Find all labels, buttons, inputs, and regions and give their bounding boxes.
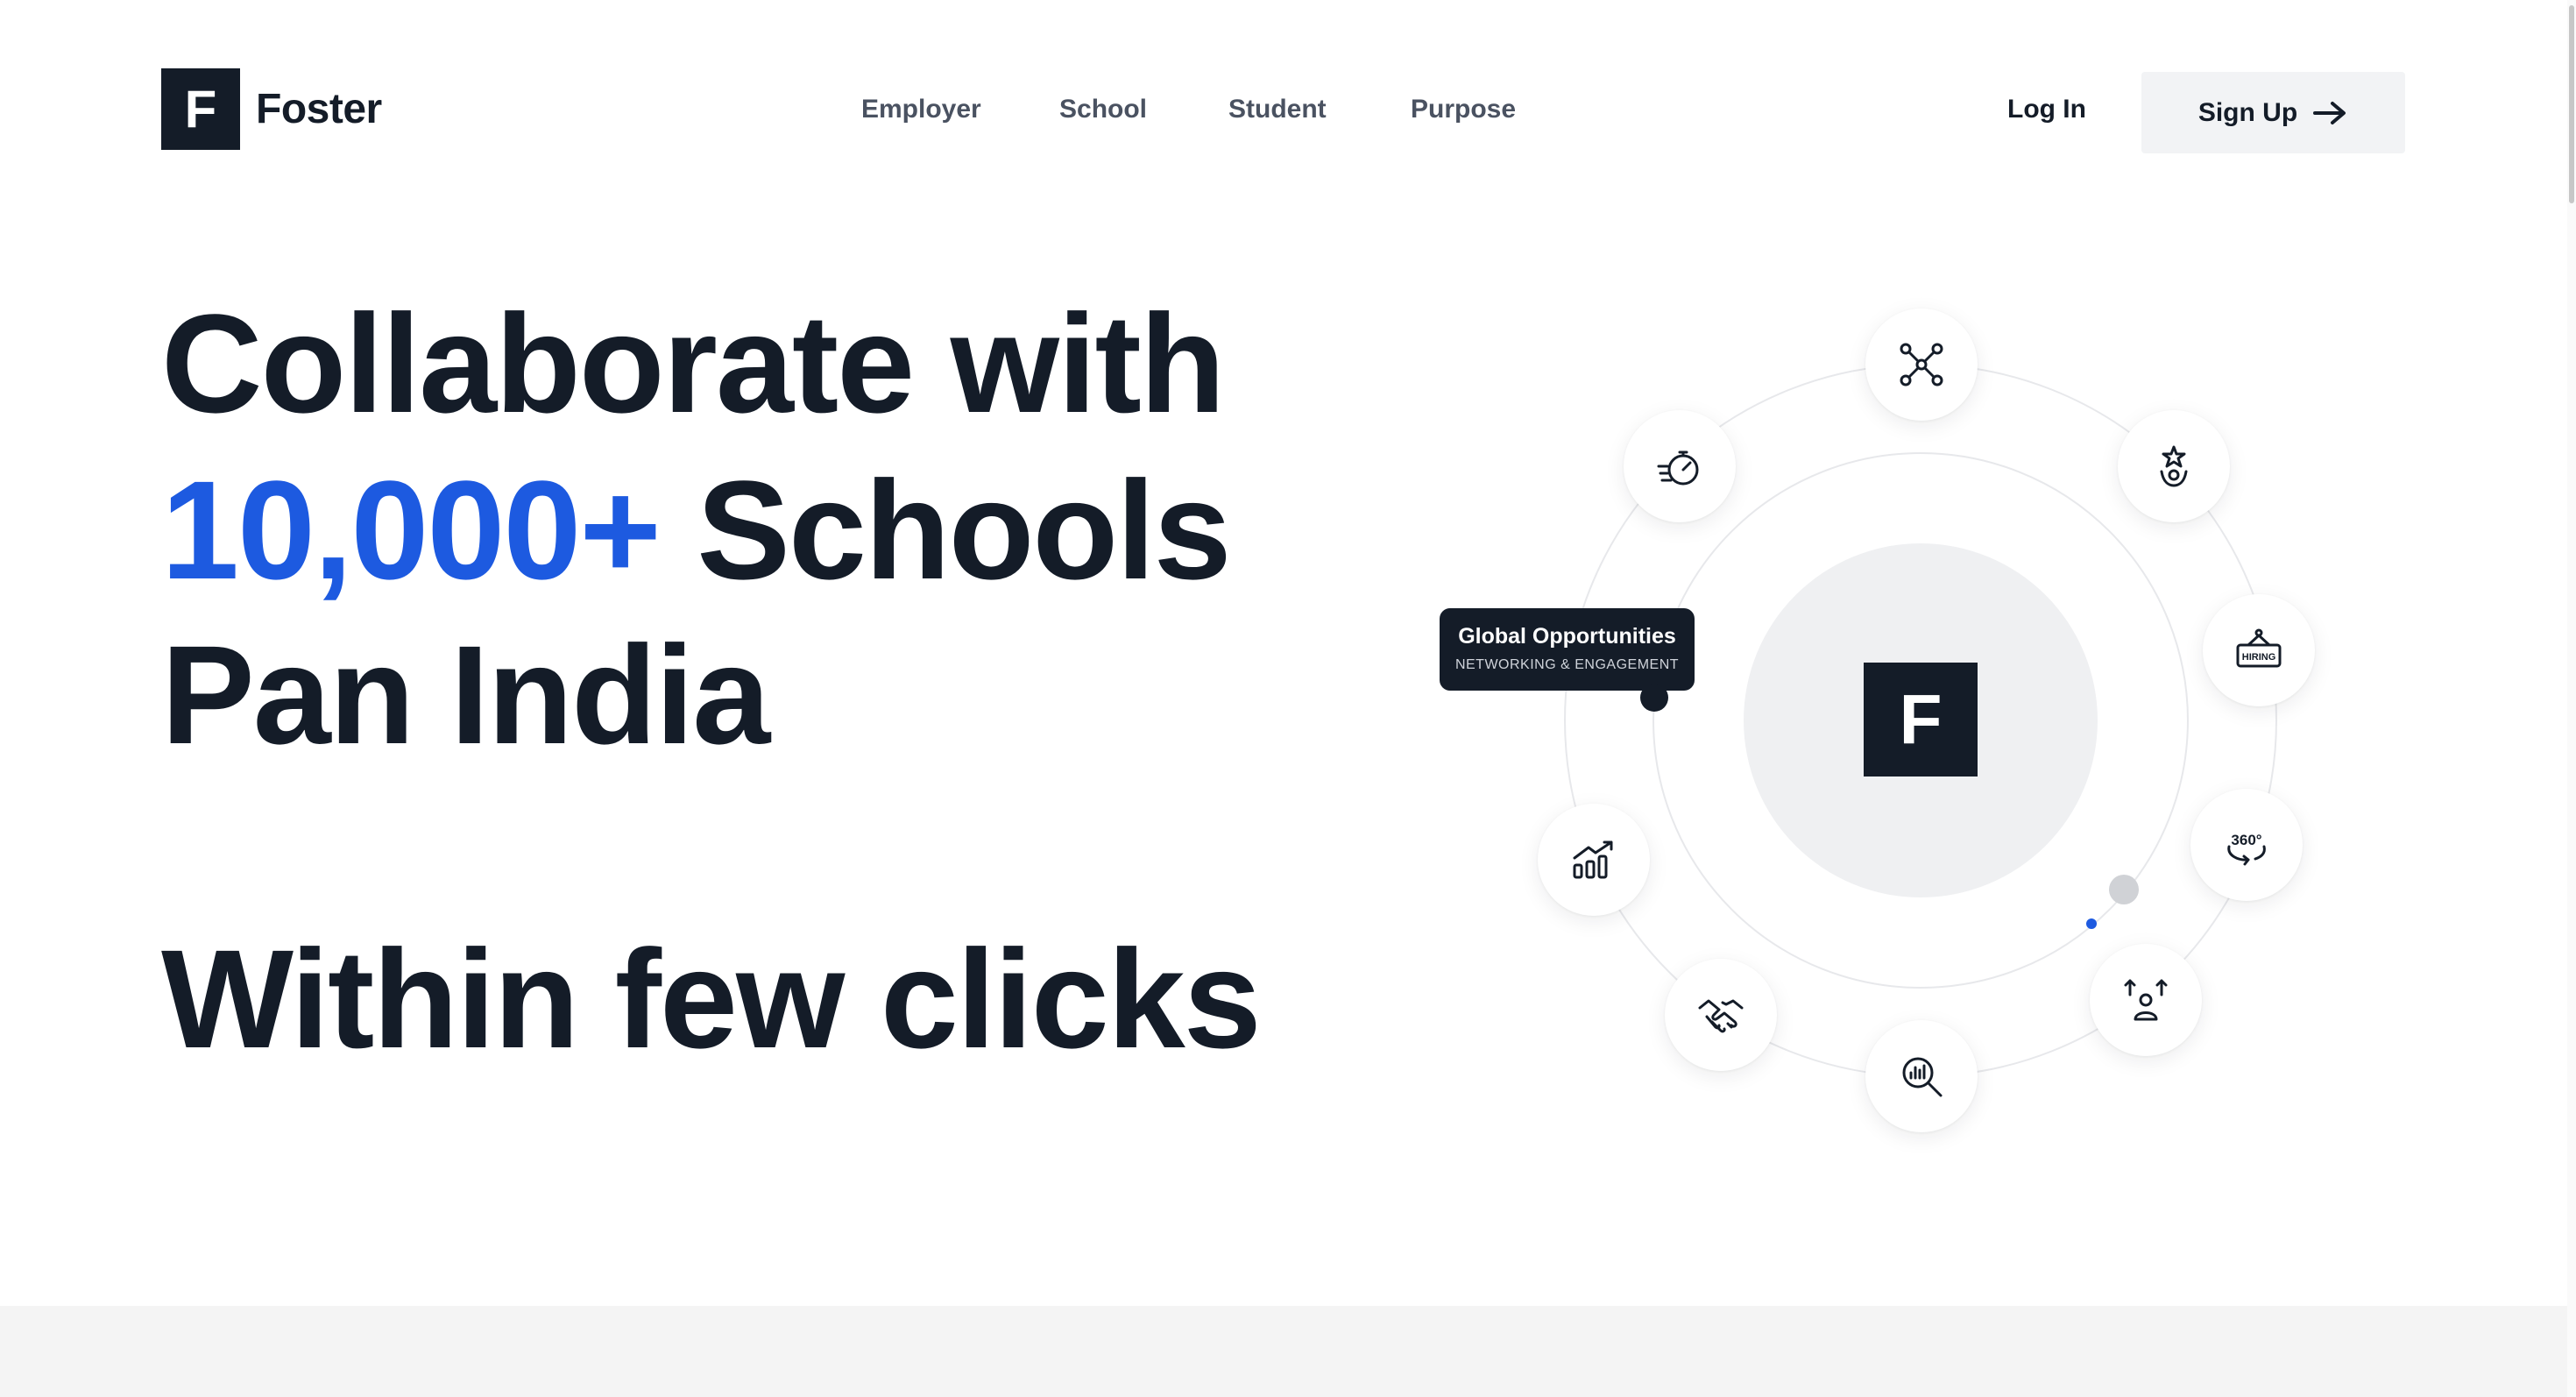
- search-analytics-node[interactable]: [1865, 1020, 1978, 1132]
- orbit-dot-blue: [2086, 918, 2097, 929]
- tooltip-pin-dot: [1640, 684, 1668, 712]
- page-scrollbar[interactable]: [2567, 0, 2576, 1397]
- login-link[interactable]: Log In: [2007, 95, 2086, 124]
- hero-line-2: 10,000+ Schools: [161, 460, 1232, 600]
- tooltip-subtitle: NETWORKING & ENGAGEMENT: [1454, 657, 1680, 672]
- speed-timer-icon: [1657, 450, 1699, 486]
- growth-chart-node[interactable]: [1538, 804, 1650, 916]
- 360-view-icon: 360°: [2227, 832, 2266, 866]
- nav-student[interactable]: Student: [1228, 95, 1327, 124]
- network-node[interactable]: [1865, 308, 1978, 421]
- label-360: 360°: [2231, 832, 2261, 848]
- nav-purpose[interactable]: Purpose: [1411, 95, 1516, 124]
- global-opportunities-tooltip: Global Opportunities NETWORKING & ENGAGE…: [1440, 608, 1695, 691]
- network-icon: [1900, 343, 1943, 386]
- speed-timer-node[interactable]: [1624, 410, 1736, 522]
- people-growth-icon: [2124, 979, 2168, 1021]
- hero-line-3: Pan India: [161, 616, 770, 773]
- hero-line-4: Within few clicks: [161, 920, 1262, 1077]
- arrow-right-icon: [2313, 101, 2346, 124]
- award-node[interactable]: [2118, 410, 2230, 522]
- signup-label: Sign Up: [2197, 97, 2298, 127]
- award-person-icon: [2160, 445, 2188, 487]
- hero-line-1: Collaborate with: [161, 285, 1226, 442]
- search-analytics-icon: [1902, 1057, 1943, 1097]
- view-360-node[interactable]: 360°: [2190, 789, 2303, 901]
- orbit-dot-grey: [2109, 875, 2139, 904]
- growth-chart-icon: [1573, 840, 1613, 879]
- signup-button[interactable]: Sign Up: [2141, 72, 2405, 153]
- next-section-band: [0, 1306, 2567, 1397]
- hero-line-2-rest: Schools: [659, 451, 1231, 608]
- center-logo-mark: F: [1864, 663, 1978, 777]
- tooltip-title: Global Opportunities: [1458, 624, 1676, 649]
- hiring-node[interactable]: HIRING: [2203, 594, 2315, 706]
- scrollbar-thumb[interactable]: [2569, 5, 2574, 203]
- handshake-icon: [1698, 999, 1744, 1033]
- handshake-node[interactable]: [1665, 959, 1777, 1071]
- nav-employer[interactable]: Employer: [861, 95, 981, 124]
- people-growth-node[interactable]: [2090, 944, 2202, 1056]
- hiring-text: HIRING: [2242, 652, 2276, 663]
- hiring-sign-icon: HIRING: [2236, 628, 2282, 668]
- nav-school[interactable]: School: [1059, 95, 1147, 124]
- hero-highlight: 10,000+: [161, 451, 662, 608]
